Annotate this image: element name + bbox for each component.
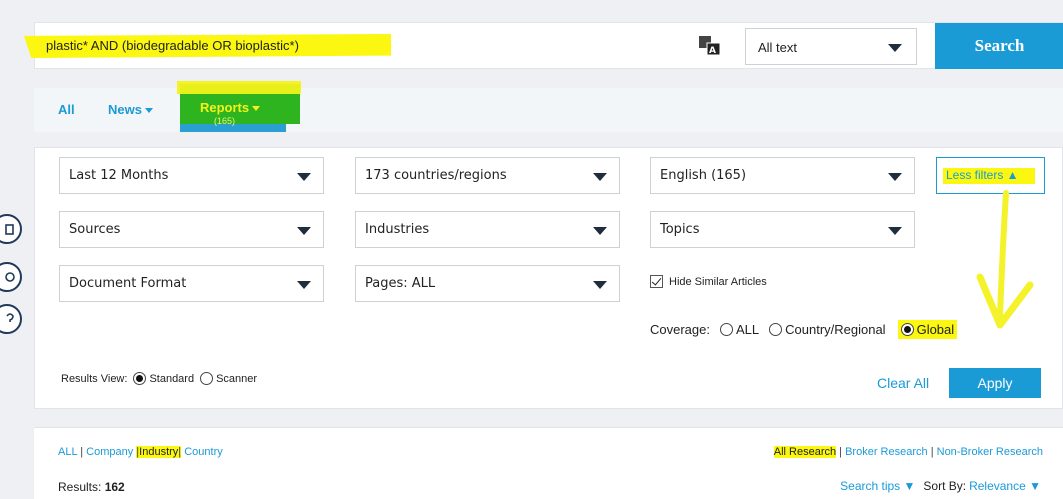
tab-reports-text: Reports xyxy=(200,100,250,115)
industries-filter-label: Industries xyxy=(365,222,430,237)
topics-filter[interactable]: Topics xyxy=(650,211,915,248)
broker-research-tab[interactable]: Broker Research xyxy=(845,446,928,458)
tab-reports[interactable]: Reports (165) xyxy=(177,81,301,132)
view-standard-label: Standard xyxy=(149,372,195,385)
results-count: Results: 162 xyxy=(58,480,125,494)
results-count-label: Results: xyxy=(58,480,102,494)
radio-selected-icon[interactable] xyxy=(900,323,914,336)
chevron-down-icon xyxy=(888,227,902,235)
industries-filter[interactable]: Industries xyxy=(355,211,620,248)
results-tab-industry[interactable]: Industry xyxy=(139,446,179,458)
sort-by-label: Sort By: xyxy=(923,479,967,493)
radio-icon[interactable] xyxy=(200,372,214,385)
scope-select-label: All text xyxy=(758,40,798,55)
tab-all[interactable]: All xyxy=(58,102,75,117)
results-tab-all[interactable]: ALL xyxy=(58,446,77,458)
filters-panel: Last 12 Months 173 countries/regions Eng… xyxy=(34,147,1063,409)
chevron-down-icon xyxy=(297,227,311,235)
view-standard-option[interactable]: Standard xyxy=(133,372,194,385)
sort-by-select[interactable]: Relevance ▼ xyxy=(969,479,1041,493)
coverage-options: Coverage: ALL Country/Regional Global xyxy=(650,320,958,339)
coverage-country-label: Country/Regional xyxy=(785,322,886,337)
results-tab-company[interactable]: Company xyxy=(86,446,133,458)
pages-filter-label: Pages: ALL xyxy=(365,276,436,291)
sources-filter[interactable]: Sources xyxy=(59,211,324,248)
chevron-down-icon xyxy=(888,173,902,181)
results-tab-country[interactable]: Country xyxy=(184,446,223,458)
hide-similar-checkbox-row[interactable]: Hide Similar Articles xyxy=(650,275,767,288)
clear-all-link[interactable]: Clear All xyxy=(877,375,929,391)
caret-down-icon xyxy=(144,108,153,114)
coverage-all-option[interactable]: ALL xyxy=(719,322,760,337)
research-type-tabs: All Research | Broker Research | Non-Bro… xyxy=(773,446,1043,458)
coverage-label: Coverage: xyxy=(650,322,710,337)
document-format-label: Document Format xyxy=(69,276,187,291)
chevron-down-icon xyxy=(297,173,311,181)
chevron-down-icon xyxy=(593,173,607,181)
chevron-down-icon xyxy=(593,281,607,289)
highlight-marker xyxy=(177,81,301,94)
translate-icon[interactable]: A xyxy=(699,36,721,56)
sources-filter-label: Sources xyxy=(69,222,121,237)
radio-icon[interactable] xyxy=(769,323,783,336)
hide-similar-label: Hide Similar Articles xyxy=(669,275,767,288)
search-tips-link[interactable]: Search tips ▼ xyxy=(840,479,915,493)
coverage-country-option[interactable]: Country/Regional xyxy=(769,322,886,337)
document-format-filter[interactable]: Document Format xyxy=(59,265,324,302)
regions-filter-label: 173 countries/regions xyxy=(365,168,507,183)
results-view-options: Results View: Standard Scanner xyxy=(61,372,257,385)
tab-news[interactable]: News xyxy=(108,102,153,117)
language-filter[interactable]: English (165) xyxy=(650,157,915,194)
scope-select[interactable]: All text xyxy=(745,28,917,65)
help-icon[interactable] xyxy=(0,304,22,334)
date-filter[interactable]: Last 12 Months xyxy=(59,157,324,194)
radio-selected-icon[interactable] xyxy=(133,372,147,385)
pages-filter[interactable]: Pages: ALL xyxy=(355,265,620,302)
apply-button[interactable]: Apply xyxy=(949,368,1041,398)
caret-down-icon xyxy=(252,106,261,112)
search-bar: plastic* AND (biodegradable OR bioplasti… xyxy=(24,22,1063,69)
regions-filter[interactable]: 173 countries/regions xyxy=(355,157,620,194)
view-scanner-label: Scanner xyxy=(216,372,258,385)
all-research-tab[interactable]: All Research xyxy=(773,446,837,458)
sort-row: Search tips ▼ Sort By: Relevance ▼ xyxy=(840,479,1041,493)
content-type-tabs: All News Reports (165) xyxy=(34,81,1063,132)
coverage-all-label: ALL xyxy=(735,322,760,337)
annotation-arrow-icon xyxy=(976,190,1034,329)
home-icon[interactable] xyxy=(0,214,22,244)
topics-filter-label: Topics xyxy=(660,222,700,237)
hide-similar-checkbox[interactable] xyxy=(650,275,663,288)
tab-reports-count: (165) xyxy=(214,116,236,126)
chevron-down-icon xyxy=(593,227,607,235)
chevron-down-icon xyxy=(297,281,311,289)
results-type-tabs: ALL | Company |Industry| Country xyxy=(58,446,223,458)
chevron-down-icon xyxy=(888,44,902,52)
svg-text:A: A xyxy=(709,46,716,56)
results-view-label: Results View: xyxy=(61,372,128,385)
tab-reports-label: Reports xyxy=(200,100,261,115)
date-filter-label: Last 12 Months xyxy=(69,168,169,183)
view-scanner-option[interactable]: Scanner xyxy=(200,372,257,385)
less-filters-label: Less filters ▲ xyxy=(946,168,1019,182)
language-filter-label: English (165) xyxy=(660,168,747,183)
results-section: ALL | Company |Industry| Country All Res… xyxy=(34,427,1063,499)
radio-icon[interactable] xyxy=(719,323,733,336)
search-query-text: plastic* AND (biodegradable OR bioplasti… xyxy=(46,38,299,53)
non-broker-research-tab[interactable]: Non-Broker Research xyxy=(937,446,1043,458)
tab-news-label: News xyxy=(108,102,142,117)
search-button[interactable]: Search xyxy=(935,23,1063,69)
search-input[interactable]: plastic* AND (biodegradable OR bioplasti… xyxy=(24,34,391,58)
globe-icon[interactable] xyxy=(0,262,22,292)
results-count-value: 162 xyxy=(104,480,125,494)
